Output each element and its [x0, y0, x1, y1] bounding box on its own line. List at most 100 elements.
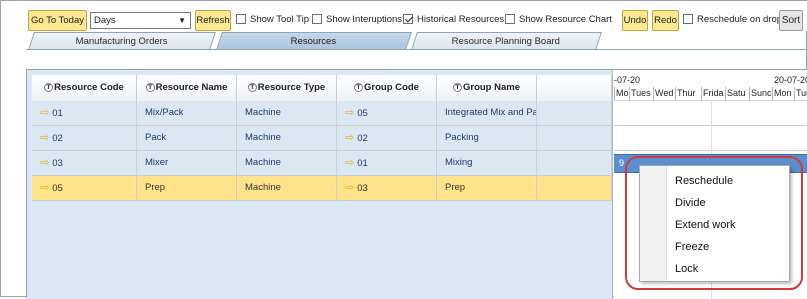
- cell-empty: [537, 126, 612, 151]
- timeline-date: 20-07-20: [774, 75, 807, 85]
- cell-group-code: ⇨ 02: [337, 126, 437, 151]
- table-row[interactable]: ⇨ 02 Pack Machine ⇨ 02 Packing: [32, 126, 612, 151]
- cell-resource-code: ⇨ 03: [32, 151, 137, 176]
- splitter[interactable]: [612, 70, 613, 299]
- arrow-key-icon: ⇨: [40, 182, 50, 194]
- show-tool-tip-label: Show Tool Tip: [250, 14, 309, 25]
- timeline-day: Sunc: [749, 87, 772, 100]
- cell-resource-code: ⇨ 02: [32, 126, 137, 151]
- show-interuptions-label: Show Interuptions: [326, 14, 403, 25]
- resource-grid: T Resource Code T Resource Name T Resource …: [27, 70, 612, 299]
- redo-button[interactable]: Redo: [652, 10, 679, 31]
- cell-text: 02: [52, 133, 63, 144]
- app-window: Go To Today Days ▼ Refresh Show Tool Tip…: [0, 0, 807, 299]
- show-resource-chart-label: Show Resource Chart: [519, 14, 612, 25]
- toolbar: Go To Today Days ▼ Refresh Show Tool Tip…: [1, 1, 807, 31]
- cell-resource-code: ⇨ 01: [32, 101, 137, 126]
- column-header-label: Resource Name: [155, 82, 228, 93]
- cell-text: 02: [357, 133, 368, 144]
- timeline-day: Thur: [675, 87, 701, 100]
- cell-resource-type: Machine: [237, 176, 337, 201]
- text-filter-icon: T: [44, 83, 54, 92]
- timeline-day: Satu: [725, 87, 749, 100]
- view-select[interactable]: Days ▼: [90, 12, 191, 29]
- cell-group-code: ⇨ 05: [337, 101, 437, 126]
- checkbox-box: [236, 14, 246, 24]
- view-select-value: Days: [94, 15, 116, 26]
- arrow-key-icon: ⇨: [40, 132, 50, 144]
- column-header-group-name[interactable]: T Group Name: [437, 75, 537, 101]
- cell-group-name: Packing: [437, 126, 537, 151]
- cell-group-name: Prep: [437, 176, 537, 201]
- cell-group-code: ⇨ 01: [337, 151, 437, 176]
- cell-group-code: ⇨ 03: [337, 176, 437, 201]
- cell-resource-type: Machine: [237, 126, 337, 151]
- cell-text: 03: [357, 183, 368, 194]
- arrow-key-icon: ⇨: [345, 182, 355, 194]
- timeline-date: -07-20: [614, 75, 641, 85]
- column-header-resource-type[interactable]: T Resource Type: [237, 75, 337, 101]
- timeline-day: Frida: [701, 87, 724, 100]
- go-to-today-button[interactable]: Go To Today: [28, 10, 87, 31]
- show-tool-tip-checkbox[interactable]: Show Tool Tip: [236, 14, 309, 28]
- table-row-selected[interactable]: ⇨ 05 Prep Machine ⇨ 03 Prep: [32, 176, 612, 201]
- timeline-day: Tues: [629, 87, 653, 100]
- cell-text: 05: [357, 108, 368, 119]
- reschedule-on-drop-checkbox[interactable]: Reschedule on drop: [683, 14, 782, 28]
- arrow-key-icon: ⇨: [40, 157, 50, 169]
- cell-resource-name: Mixer: [137, 151, 237, 176]
- historical-resources-checkbox[interactable]: Historical Resources: [403, 14, 504, 28]
- cell-resource-name: Mix/Pack: [137, 101, 237, 126]
- cell-empty: [537, 176, 612, 201]
- cell-text: 01: [52, 108, 63, 119]
- cell-group-name: Integrated Mix and Pa: [437, 101, 537, 126]
- checkbox-box: [683, 14, 693, 24]
- cell-text: 01: [357, 158, 368, 169]
- arrow-key-icon: ⇨: [345, 107, 355, 119]
- cell-resource-type: Machine: [237, 101, 337, 126]
- text-filter-icon: T: [452, 83, 462, 92]
- timeline-day: Wed: [653, 87, 674, 100]
- show-resource-chart-checkbox[interactable]: Show Resource Chart: [505, 14, 612, 28]
- undo-button[interactable]: Undo: [622, 10, 648, 31]
- tab-manufacturing-orders[interactable]: Manufacturing Orders: [28, 32, 216, 50]
- historical-resources-label: Historical Resources: [417, 14, 505, 25]
- arrow-key-icon: ⇨: [345, 132, 355, 144]
- tab-resources[interactable]: Resources: [216, 32, 412, 50]
- column-header-resource-code[interactable]: T Resource Code: [32, 75, 137, 101]
- column-header-label: Group Name: [462, 82, 520, 93]
- column-header-resource-name[interactable]: T Resource Name: [137, 75, 237, 101]
- cell-text: 05: [52, 183, 63, 194]
- cell-resource-name: Prep: [137, 176, 237, 201]
- table-row[interactable]: ⇨ 01 Mix/Pack Machine ⇨ 05 Integrated Mix …: [32, 101, 612, 126]
- refresh-button[interactable]: Refresh: [195, 10, 231, 31]
- table-row[interactable]: ⇨ 03 Mixer Machine ⇨ 01 Mixing: [32, 151, 612, 176]
- checkbox-box: [505, 14, 515, 24]
- sort-button[interactable]: Sort: [779, 10, 803, 31]
- reschedule-on-drop-label: Reschedule on drop: [697, 14, 783, 25]
- tab-strip-divider: [26, 49, 807, 50]
- task-bar-label: 9: [619, 158, 625, 168]
- grid-header: T Resource Code T Resource Name T Resource …: [32, 75, 612, 101]
- cell-empty: [537, 101, 612, 126]
- text-filter-icon: T: [145, 83, 155, 92]
- text-filter-icon: T: [354, 83, 364, 92]
- arrow-key-icon: ⇨: [40, 107, 50, 119]
- checkbox-box: [312, 14, 322, 24]
- cell-text: 03: [52, 158, 63, 169]
- chevron-down-icon: ▼: [178, 16, 186, 25]
- show-interuptions-checkbox[interactable]: Show Interuptions: [312, 14, 402, 28]
- column-header-group-code[interactable]: T Group Code: [337, 75, 437, 101]
- column-header-spacer: [537, 75, 612, 101]
- column-header-label: Group Code: [364, 82, 419, 93]
- timeline-day: Tue: [794, 87, 807, 100]
- timeline-day: Mon: [772, 87, 794, 100]
- cell-resource-code: ⇨ 05: [32, 176, 137, 201]
- tab-resource-planning-board[interactable]: Resource Planning Board: [411, 32, 602, 50]
- timeline-day: Mon: [614, 87, 629, 100]
- cell-group-name: Mixing: [437, 151, 537, 176]
- checkbox-box-checked: [403, 14, 413, 24]
- column-header-label: Resource Type: [257, 82, 326, 93]
- cell-empty: [537, 151, 612, 176]
- cell-resource-name: Pack: [137, 126, 237, 151]
